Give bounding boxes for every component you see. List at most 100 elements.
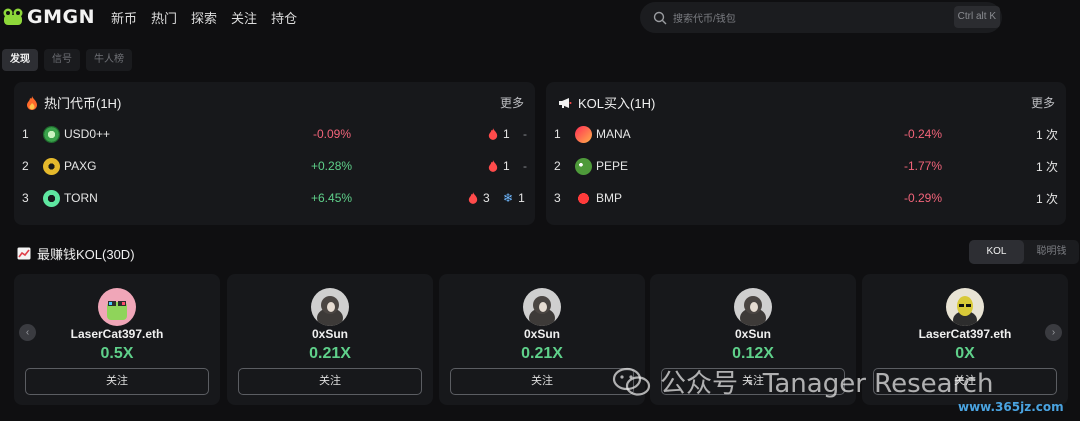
buy-count: 1 次	[1036, 159, 1059, 174]
carousel-prev-button[interactable]: ‹	[19, 324, 36, 341]
follow-button[interactable]: 关注	[450, 368, 634, 395]
kol-card[interactable]: 0xSun 0.21X 关注	[227, 274, 433, 405]
token-name: USD0++	[64, 127, 111, 141]
paxg-token-icon	[43, 157, 60, 175]
change: -0.24%	[904, 127, 943, 141]
kol-type-toggle: KOL 聪明钱	[969, 240, 1079, 264]
fire-stat: 1	[488, 159, 510, 173]
carousel-next-button[interactable]: ›	[1045, 324, 1062, 341]
top-kol-title-text: 最赚钱KOL(30D)	[37, 247, 135, 262]
kol-name: LaserCat397.eth	[70, 327, 164, 341]
logo[interactable]: GMGN	[2, 6, 95, 28]
token-name: PAXG	[64, 159, 97, 173]
site-watermark: www.365jz.com	[958, 400, 1064, 414]
token: BMP	[575, 189, 623, 207]
wechat-icon	[612, 367, 651, 396]
buy-count: 1 次	[1036, 127, 1059, 142]
avatar	[98, 288, 136, 326]
fire-count: 1	[503, 127, 510, 141]
kol-buy-row[interactable]: 1 MANA -0.24% 1 次	[546, 124, 1066, 144]
kol-return: 0X	[955, 345, 975, 362]
pepe-token-icon	[575, 157, 592, 175]
fire-stat: 3	[468, 191, 490, 205]
fire-icon	[468, 192, 478, 204]
fire-stat: 1	[488, 127, 510, 141]
nav-item-follow[interactable]: 关注	[231, 8, 257, 27]
token-name: PEPE	[596, 159, 629, 173]
kol-name: 0xSun	[734, 327, 771, 341]
torn-token-icon	[43, 189, 60, 207]
chart-up-icon	[17, 247, 31, 260]
secondary-stat: -	[523, 159, 527, 173]
nav-item-explore[interactable]: 探索	[191, 8, 217, 27]
nav-item-hot[interactable]: 热门	[151, 8, 177, 27]
hot-tokens-panel: 热门代币(1H) 更多 1 USD0++ -0.09% 1 - 2 PAXG +…	[14, 82, 535, 225]
search-input[interactable]: 搜索代币/钱包	[673, 10, 736, 25]
nav-item-new[interactable]: 新币	[111, 8, 137, 27]
logo-text: GMGN	[27, 6, 95, 28]
secondary-stat: ❄ 1	[503, 191, 525, 205]
token-row[interactable]: 2 PAXG +0.28% 1 -	[14, 156, 535, 176]
mana-token-icon	[575, 125, 592, 143]
secondary-stat: -	[523, 127, 527, 141]
kol-buy-row[interactable]: 3 BMP -0.29% 1 次	[546, 188, 1066, 208]
change: -0.29%	[904, 191, 943, 205]
snowflake-count: 1	[518, 191, 525, 205]
token: PAXG	[43, 157, 97, 175]
search-bar[interactable]: 搜索代币/钱包 Ctrl alt K	[640, 2, 1002, 33]
chevron-right-icon: ›	[1051, 327, 1056, 338]
search-icon	[653, 11, 667, 24]
kol-card[interactable]: LaserCat397.eth 0.5X 关注	[14, 274, 220, 405]
hot-tokens-title: 热门代币(1H)	[26, 93, 121, 112]
main-nav: 新币 热门 探索 关注 持仓	[111, 8, 297, 27]
follow-button[interactable]: 关注	[238, 368, 422, 395]
nav-item-holdings[interactable]: 持仓	[271, 8, 297, 27]
kol-buys-title-text: KOL买入(1H)	[578, 96, 656, 111]
chevron-left-icon: ‹	[25, 327, 30, 338]
kol-return: 0.5X	[100, 345, 134, 362]
change: -0.09%	[313, 127, 352, 141]
token: TORN	[43, 189, 98, 207]
kol-buy-row[interactable]: 2 PEPE -1.77% 1 次	[546, 156, 1066, 176]
change: +0.28%	[311, 159, 353, 173]
token: MANA	[575, 125, 631, 143]
watermark-text: 公众号 · Tanager Research	[660, 369, 994, 399]
tab-signals[interactable]: 信号	[44, 49, 80, 71]
top-kol-title: 最赚钱KOL(30D)	[17, 244, 135, 263]
follow-button[interactable]: 关注	[25, 368, 209, 395]
rank: 3	[22, 191, 29, 205]
change: -1.77%	[904, 159, 943, 173]
tab-leaderboard[interactable]: 牛人榜	[86, 49, 132, 71]
rank: 2	[554, 159, 561, 173]
hot-tokens-more-link[interactable]: 更多	[500, 94, 524, 111]
kol-buys-more-link[interactable]: 更多	[1031, 94, 1055, 111]
kol-buys-panel: KOL买入(1H) 更多 1 MANA -0.24% 1 次 2 PEPE -1…	[546, 82, 1066, 225]
snowflake-icon: ❄	[503, 191, 514, 205]
kol-return: 0.12X	[732, 345, 774, 362]
avatar	[734, 288, 772, 326]
token-name: TORN	[64, 191, 98, 205]
kol-return: 0.21X	[521, 345, 563, 362]
kol-name: 0xSun	[311, 327, 348, 341]
fire-icon	[488, 128, 498, 140]
token-name: BMP	[596, 191, 623, 205]
avatar	[523, 288, 561, 326]
fire-icon	[488, 160, 498, 172]
toggle-kol[interactable]: KOL	[969, 240, 1024, 264]
rank: 3	[554, 191, 561, 205]
change: +6.45%	[311, 191, 353, 205]
rank: 1	[22, 127, 29, 141]
tab-discover[interactable]: 发现	[2, 49, 38, 71]
bmp-token-icon	[575, 189, 592, 207]
sub-tabs: 发现 信号 牛人榜	[2, 49, 132, 71]
search-shortcut: Ctrl alt K	[953, 6, 1000, 28]
kol-name: LaserCat397.eth	[918, 327, 1012, 341]
avatar	[946, 288, 984, 326]
toggle-smart-money[interactable]: 聪明钱	[1024, 240, 1079, 264]
watermark: 公众号 · Tanager Research	[612, 363, 993, 400]
buy-count: 1 次	[1036, 191, 1059, 206]
token-row[interactable]: 3 TORN +6.45% 3 ❄ 1	[14, 188, 535, 208]
token-row[interactable]: 1 USD0++ -0.09% 1 -	[14, 124, 535, 144]
kol-return: 0.21X	[309, 345, 351, 362]
fire-count: 3	[483, 191, 490, 205]
